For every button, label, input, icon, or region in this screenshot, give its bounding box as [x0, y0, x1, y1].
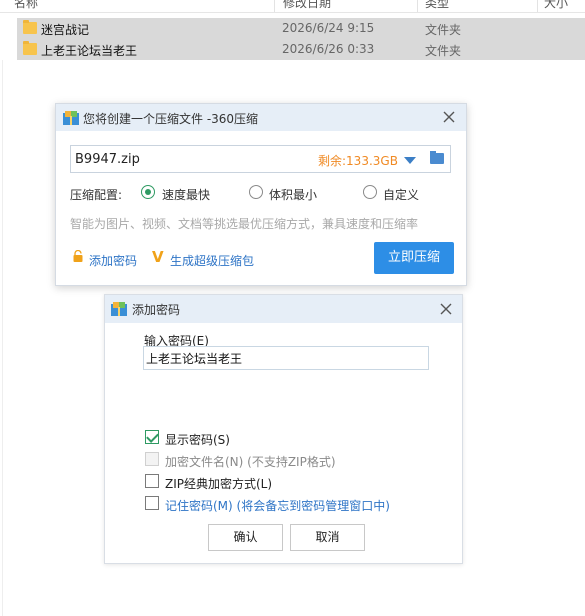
column-size[interactable]: 大小 — [544, 0, 568, 11]
compress-dialog-title: 您将创建一个压缩文件 -360压缩 — [83, 112, 259, 126]
compress-hint: 智能为图片、视频、文档等挑选最优压缩方式，兼具速度和压缩率 — [70, 217, 419, 231]
show-password-label[interactable]: 显示密码(S) — [165, 431, 230, 448]
archive-app-icon — [63, 111, 79, 125]
close-icon[interactable] — [441, 109, 457, 125]
column-separator[interactable] — [537, 0, 538, 12]
add-password-dialog: 添加密码 输入密码(E) 上老王论坛当老王 显示密码(S) 加密文件名(N) (… — [104, 294, 463, 564]
cancel-button[interactable]: 取消 — [290, 524, 365, 551]
super-pack-icon: V — [152, 248, 164, 266]
file-name: 上老王论坛当老王 — [41, 44, 138, 58]
remember-password-checkbox[interactable] — [145, 496, 159, 510]
radio-fastest-label[interactable]: 速度最快 — [162, 186, 210, 203]
radio-smallest-label[interactable]: 体积最小 — [269, 186, 317, 203]
file-row[interactable]: 迷宫战记 2026/6/24 9:15 文件夹 — [17, 18, 585, 39]
compress-now-button[interactable]: 立即压缩 — [374, 242, 454, 274]
browse-folder-icon[interactable] — [430, 151, 444, 164]
file-date: 2026/6/24 9:15 — [282, 21, 375, 35]
column-separator[interactable] — [417, 0, 418, 12]
show-password-checkbox[interactable] — [145, 430, 159, 444]
remember-password-label[interactable]: 记住密码(M) (将会备忘到密码管理窗口中) — [165, 497, 390, 514]
compress-dialog: 您将创建一个压缩文件 -360压缩 B9947.zip 剩余:133.3GB 压… — [55, 103, 467, 286]
folder-icon — [23, 20, 37, 34]
password-input[interactable]: 上老王论坛当老王 — [143, 346, 429, 370]
radio-fastest[interactable] — [141, 185, 155, 199]
close-icon[interactable] — [438, 301, 454, 317]
column-type[interactable]: 类型 — [425, 0, 449, 11]
lock-icon — [73, 250, 83, 262]
zip-classic-encryption-label[interactable]: ZIP经典加密方式(L) — [165, 475, 272, 492]
column-name[interactable]: 名称 — [14, 0, 38, 11]
encrypt-filenames-checkbox — [145, 452, 159, 466]
archive-filename[interactable]: B9947.zip — [75, 152, 140, 167]
zip-classic-encryption-checkbox[interactable] — [145, 474, 159, 488]
remaining-space: 剩余:133.3GB — [318, 154, 398, 168]
encrypt-filenames-label: 加密文件名(N) (不支持ZIP格式) — [165, 455, 336, 469]
column-header: 名称 修改日期 类型 大小 — [0, 0, 585, 13]
file-name: 迷宫战记 — [41, 23, 90, 37]
dropdown-arrow-icon[interactable] — [404, 157, 416, 164]
column-separator[interactable] — [274, 0, 275, 12]
compress-config-label: 压缩配置: — [70, 188, 123, 202]
pane-divider — [2, 60, 3, 616]
file-type: 文件夹 — [425, 23, 462, 37]
folder-icon — [23, 41, 37, 55]
password-dialog-titlebar[interactable]: 添加密码 — [105, 295, 462, 323]
radio-custom[interactable] — [363, 185, 377, 199]
password-dialog-title: 添加密码 — [132, 303, 181, 317]
confirm-button[interactable]: 确认 — [208, 524, 283, 551]
file-date: 2026/6/26 0:33 — [282, 42, 375, 56]
super-pack-link[interactable]: 生成超级压缩包 — [170, 252, 254, 269]
radio-custom-label[interactable]: 自定义 — [383, 186, 419, 203]
archive-filename-field[interactable]: B9947.zip 剩余:133.3GB — [70, 145, 451, 173]
radio-smallest[interactable] — [249, 185, 263, 199]
compress-dialog-titlebar[interactable]: 您将创建一个压缩文件 -360压缩 — [56, 104, 466, 131]
add-password-link[interactable]: 添加密码 — [89, 252, 137, 269]
archive-app-icon — [111, 302, 127, 316]
file-row[interactable]: 上老王论坛当老王 2026/6/26 0:33 文件夹 — [17, 39, 585, 60]
password-value[interactable]: 上老王论坛当老王 — [146, 350, 242, 367]
column-date[interactable]: 修改日期 — [283, 0, 331, 11]
file-type: 文件夹 — [425, 44, 462, 58]
